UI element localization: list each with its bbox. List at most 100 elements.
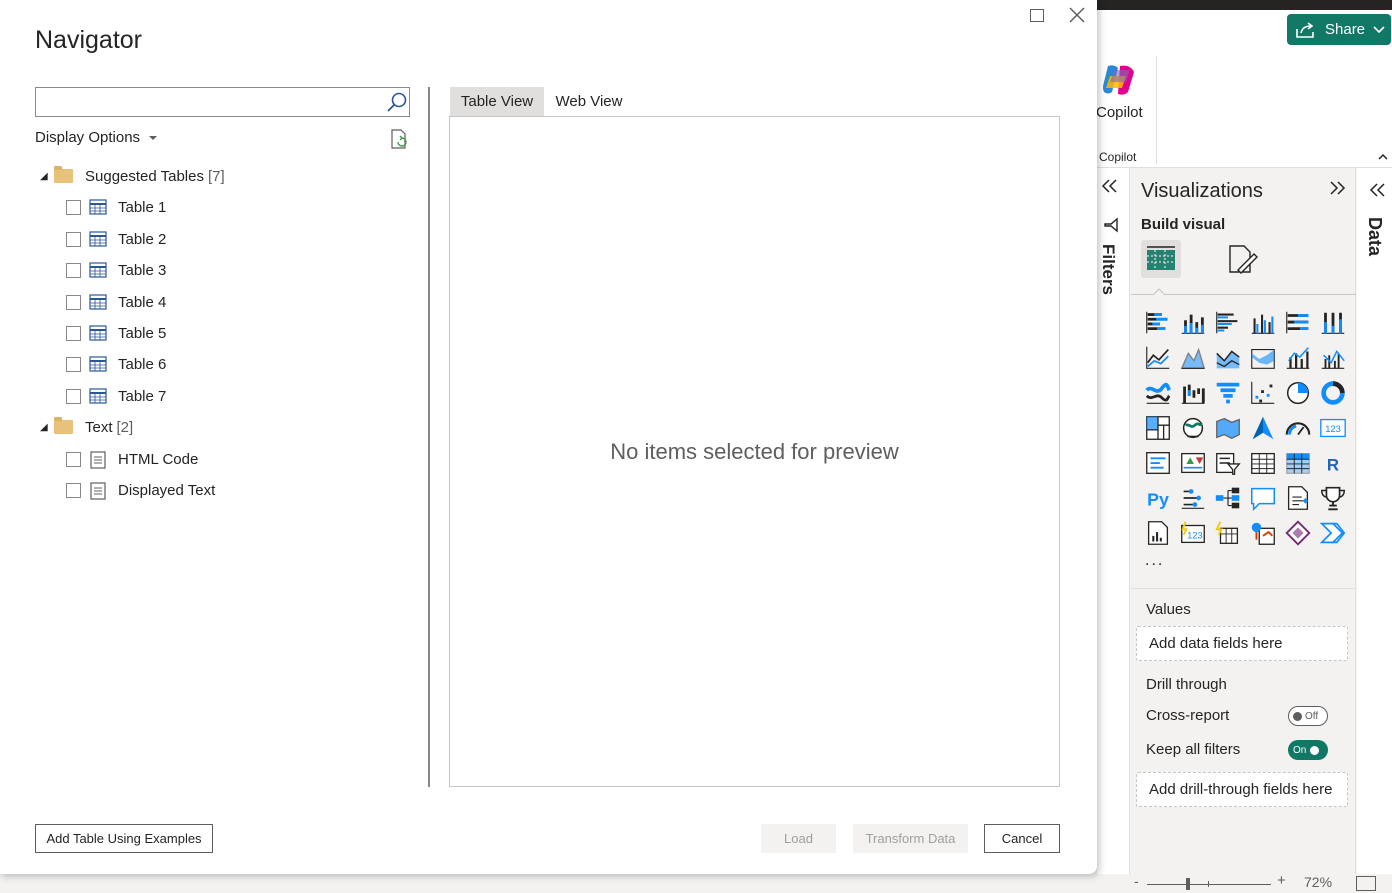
- power-apps-icon[interactable]: 123: [1175, 515, 1210, 550]
- pane-splitter[interactable]: [428, 87, 430, 787]
- item-checkbox[interactable]: [66, 482, 81, 498]
- tree-item[interactable]: Displayed Text: [66, 478, 215, 502]
- python-visual-icon[interactable]: Py: [1140, 480, 1175, 515]
- zoom-slider-thumb[interactable]: [1186, 878, 1190, 890]
- azure-map-icon[interactable]: [1245, 410, 1280, 445]
- collapse-triangle-icon[interactable]: ◢: [40, 171, 54, 182]
- data-pane-label[interactable]: Data: [1364, 217, 1385, 256]
- add-table-using-examples-button[interactable]: Add Table Using Examples: [35, 824, 213, 853]
- clustered-column-chart-icon[interactable]: [1245, 305, 1280, 340]
- goals-trophy-icon[interactable]: [1315, 480, 1350, 515]
- drill-through-drop-zone[interactable]: Add drill-through fields here: [1136, 772, 1348, 807]
- copilot-icon[interactable]: [1100, 62, 1138, 98]
- smart-narrative-icon[interactable]: [1280, 480, 1315, 515]
- table-icon[interactable]: [1245, 445, 1280, 480]
- copilot-button-label[interactable]: Copilot: [1096, 104, 1143, 121]
- values-drop-zone[interactable]: Add data fields here: [1136, 626, 1348, 661]
- tree-item[interactable]: Table 2: [66, 227, 166, 251]
- cancel-button[interactable]: Cancel: [984, 824, 1060, 853]
- line-and-stacked-column-chart-icon[interactable]: [1280, 340, 1315, 375]
- multi-row-card-icon[interactable]: [1140, 445, 1175, 480]
- ribbon-collapse-icon[interactable]: [1378, 148, 1388, 164]
- share-button[interactable]: Share: [1287, 14, 1391, 45]
- gauge-icon[interactable]: [1280, 410, 1315, 445]
- tab-web-view[interactable]: Web View: [547, 87, 631, 116]
- decomposition-tree-icon[interactable]: [1210, 480, 1245, 515]
- 100-stacked-bar-chart-icon[interactable]: [1280, 305, 1315, 340]
- slicer-icon[interactable]: [1210, 445, 1245, 480]
- filters-expand-icon[interactable]: [1101, 176, 1119, 198]
- zoom-slider-track[interactable]: [1147, 884, 1271, 885]
- power-apps-for-power-bi-icon[interactable]: [1280, 515, 1315, 550]
- pie-chart-icon[interactable]: [1280, 375, 1315, 410]
- tree-item[interactable]: Table 5: [66, 321, 166, 345]
- clustered-bar-chart-icon[interactable]: [1210, 305, 1245, 340]
- qa-icon[interactable]: [1245, 480, 1280, 515]
- build-visual-tab[interactable]: [1141, 240, 1181, 278]
- maximize-icon[interactable]: [1030, 9, 1044, 22]
- visualizations-collapse-icon[interactable]: [1328, 178, 1346, 200]
- item-checkbox[interactable]: [66, 451, 81, 467]
- tab-table-view[interactable]: Table View: [450, 87, 544, 116]
- item-checkbox[interactable]: [66, 199, 81, 215]
- zoom-out-button[interactable]: -: [1134, 873, 1139, 889]
- close-icon[interactable]: [1068, 6, 1086, 24]
- zoom-in-button[interactable]: +: [1277, 872, 1286, 889]
- tree-item-label: Table 7: [118, 387, 167, 405]
- tree-item[interactable]: Table 7: [66, 384, 166, 408]
- 100-stacked-column-chart-icon[interactable]: [1315, 305, 1350, 340]
- item-checkbox[interactable]: [66, 388, 81, 404]
- search-icon[interactable]: [386, 91, 408, 113]
- tree-item[interactable]: Table 3: [66, 258, 166, 282]
- tree-item[interactable]: Table 1: [66, 195, 166, 219]
- ribbon-chart-icon[interactable]: [1140, 375, 1175, 410]
- treemap-icon[interactable]: [1140, 410, 1175, 445]
- item-checkbox[interactable]: [66, 294, 81, 310]
- item-checkbox[interactable]: [66, 356, 81, 372]
- ribbon-area-chart-icon[interactable]: [1245, 340, 1280, 375]
- item-checkbox[interactable]: [66, 325, 81, 341]
- data-expand-icon[interactable]: [1369, 180, 1387, 202]
- refresh-icon[interactable]: [389, 128, 409, 150]
- tree-item[interactable]: Table 6: [66, 352, 166, 376]
- paginated-report-icon[interactable]: [1140, 515, 1175, 550]
- filled-map-icon[interactable]: [1210, 410, 1245, 445]
- collapse-triangle-icon[interactable]: ◢: [40, 422, 54, 433]
- waterfall-chart-icon[interactable]: [1175, 375, 1210, 410]
- donut-chart-icon[interactable]: [1315, 375, 1350, 410]
- line-and-clustered-column-chart-icon[interactable]: [1315, 340, 1350, 375]
- filters-pane-label[interactable]: Filters: [1098, 244, 1118, 295]
- stacked-column-chart-icon[interactable]: [1175, 305, 1210, 340]
- fit-to-page-icon[interactable]: [1356, 876, 1376, 891]
- display-options-dropdown[interactable]: Display Options: [35, 129, 158, 146]
- tree-item[interactable]: HTML Code: [66, 447, 198, 471]
- tree-group-1[interactable]: ◢ Text [2]: [40, 415, 133, 439]
- key-influencers-icon[interactable]: [1175, 480, 1210, 515]
- tree-group-0[interactable]: ◢ Suggested Tables [7]: [40, 164, 225, 188]
- keep-all-filters-toggle[interactable]: On: [1288, 740, 1328, 760]
- power-automate-icon[interactable]: [1210, 515, 1245, 550]
- search-input[interactable]: [40, 92, 380, 112]
- kpi-icon[interactable]: [1175, 445, 1210, 480]
- transform-data-button[interactable]: Transform Data: [853, 824, 968, 853]
- map-icon[interactable]: [1175, 410, 1210, 445]
- card-icon[interactable]: 123: [1315, 410, 1350, 445]
- area-chart-icon[interactable]: [1175, 340, 1210, 375]
- load-button[interactable]: Load: [761, 824, 836, 853]
- stacked-bar-chart-icon[interactable]: [1140, 305, 1175, 340]
- item-checkbox[interactable]: [66, 231, 81, 247]
- matrix-icon[interactable]: [1280, 445, 1315, 480]
- chevron-down-icon: [1373, 25, 1385, 33]
- tree-item[interactable]: Table 4: [66, 290, 166, 314]
- format-visual-tab[interactable]: [1222, 240, 1262, 278]
- azure-ml-icon[interactable]: [1245, 515, 1280, 550]
- cross-report-toggle[interactable]: Off: [1288, 706, 1328, 726]
- funnel-chart-icon[interactable]: [1210, 375, 1245, 410]
- scatter-chart-icon[interactable]: [1245, 375, 1280, 410]
- stacked-area-chart-icon[interactable]: [1210, 340, 1245, 375]
- line-chart-icon[interactable]: [1140, 340, 1175, 375]
- r-script-visual-icon[interactable]: R: [1315, 445, 1350, 480]
- more-visuals-button[interactable]: ...: [1145, 552, 1164, 570]
- item-checkbox[interactable]: [66, 262, 81, 278]
- power-automate-for-power-bi-icon[interactable]: [1315, 515, 1350, 550]
